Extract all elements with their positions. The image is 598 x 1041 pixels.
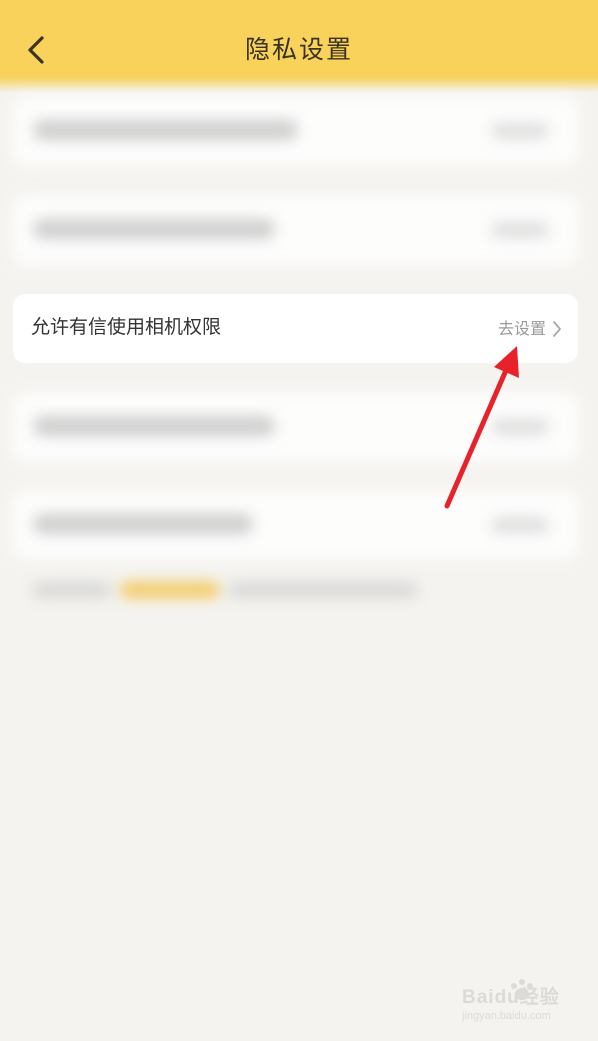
privacy-settings-screen: 隐私设置 允许有信使用相机权限 去设置 Baidu经验 jingyan.baid… [0, 0, 598, 1041]
baidu-watermark: Baidu经验 jingyan.baidu.com [456, 972, 586, 1028]
privacy-item-blurred-4[interactable] [13, 392, 578, 462]
go-settings-button[interactable]: 去设置 [498, 316, 562, 342]
watermark-brand: Baidu经验 [462, 987, 560, 1008]
privacy-item-blurred-2[interactable] [13, 195, 578, 265]
chevron-right-icon [553, 321, 561, 337]
privacy-item-camera-permission[interactable]: 允许有信使用相机权限 去设置 [13, 294, 578, 363]
privacy-footnote-blurred [24, 578, 424, 602]
top-bar: 隐私设置 [0, 0, 598, 92]
watermark-url: jingyan.baidu.com [462, 1010, 551, 1022]
go-settings-label: 去设置 [497, 319, 546, 338]
camera-permission-label: 允许有信使用相机权限 [31, 316, 222, 338]
privacy-item-blurred-5[interactable] [13, 490, 578, 560]
page-title: 隐私设置 [244, 35, 353, 64]
privacy-item-blurred-1[interactable] [13, 96, 578, 166]
